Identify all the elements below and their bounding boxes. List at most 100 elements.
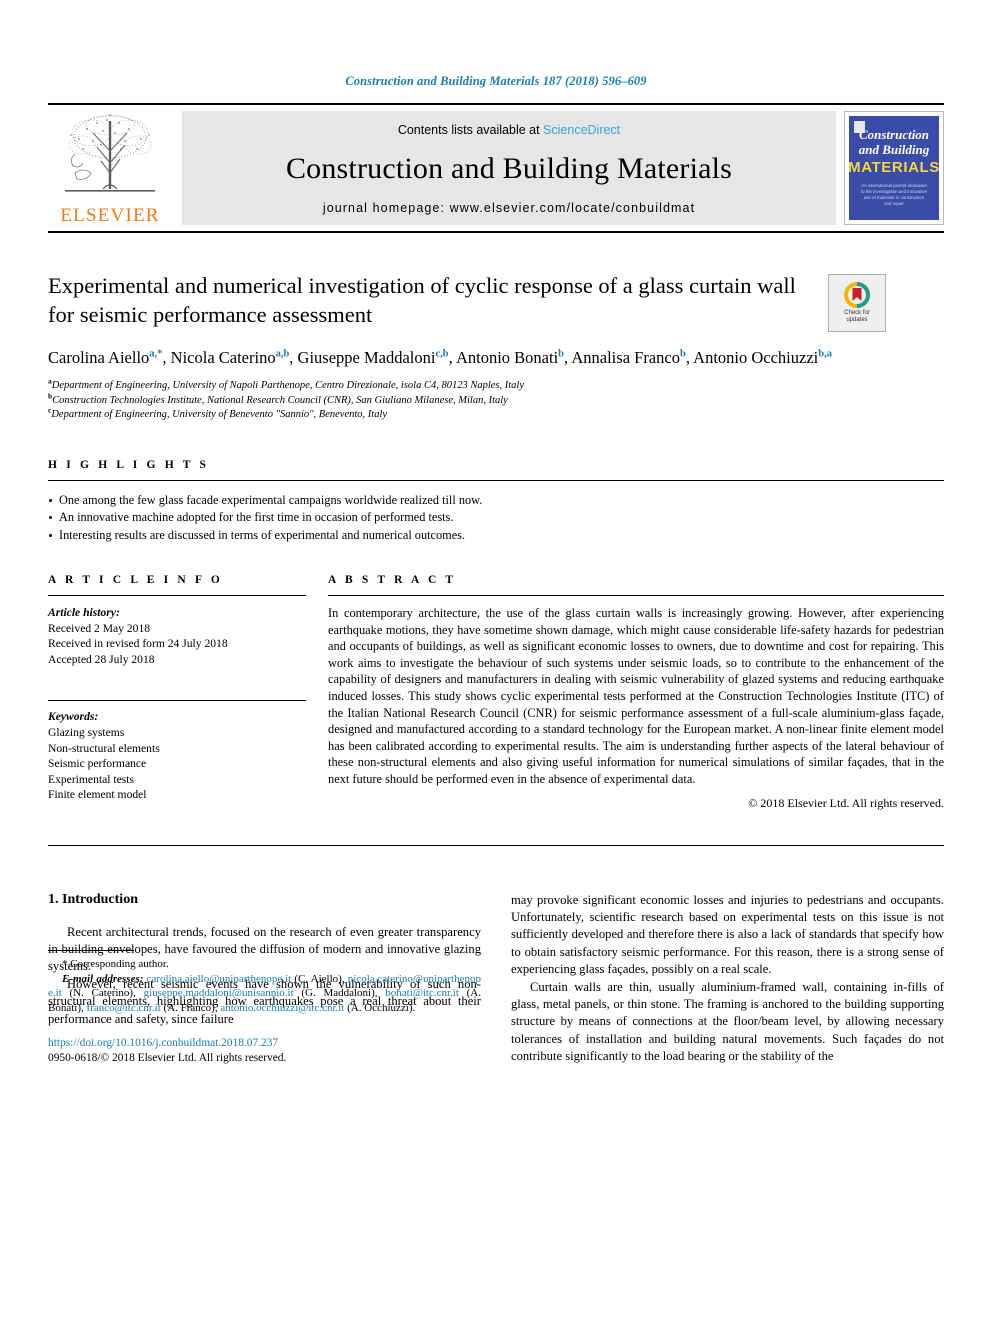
elsevier-logo: ELSEVIER xyxy=(48,105,172,231)
affiliation-item: aDepartment of Engineering, University o… xyxy=(48,377,944,394)
crossmark-icon xyxy=(844,282,870,308)
footnote-block: * Corresponding author. E-mail addresses… xyxy=(48,950,481,1065)
author-entry: Nicola Caterinoa,b, xyxy=(171,348,298,367)
email-link[interactable]: giuseppe.maddaloni@unisannio.it xyxy=(144,987,294,999)
author-entry: Antonio Occhiuzzib,a xyxy=(693,348,832,367)
list-item: One among the few glass facade experimen… xyxy=(48,492,944,510)
author-entry: Carolina Aielloa,*, xyxy=(48,348,171,367)
sciencedirect-link[interactable]: ScienceDirect xyxy=(543,123,620,137)
email-link[interactable]: franco@itc.cnr.it xyxy=(87,1002,161,1014)
footnote-rule xyxy=(48,950,134,952)
email-owner: (G. Maddaloni), xyxy=(293,987,386,1000)
crossmark-badge[interactable]: Check for updates xyxy=(828,274,886,332)
email-link[interactable]: carolina.aiello@uniparthenope.it xyxy=(147,973,292,985)
author-separator: , xyxy=(162,348,171,367)
author-list: Carolina Aielloa,*, Nicola Caterinoa,b, … xyxy=(48,346,928,369)
abstract-section: A B S T R A C T In contemporary architec… xyxy=(328,574,944,811)
article-info-divider xyxy=(48,595,306,596)
journal-cover-thumbnail: Construction and Building MATERIALS An i… xyxy=(844,111,944,225)
footnote-text: * Corresponding author. E-mail addresses… xyxy=(48,957,481,1015)
author-name: Carolina Aiello xyxy=(48,348,150,367)
paragraph: Curtain walls are thin, usually aluminiu… xyxy=(511,979,944,1064)
paragraph: may provoke significant economic losses … xyxy=(511,892,944,977)
journal-title: Construction and Building Materials xyxy=(285,152,733,185)
author-entry: Giuseppe Maddalonic,b, xyxy=(298,348,456,367)
author-affiliation-marker[interactable]: c,b xyxy=(435,349,448,360)
history-item: Accepted 28 July 2018 xyxy=(48,652,155,666)
email-link[interactable]: bonati@itc.cnr.it xyxy=(385,987,459,999)
body-column-left: 1. Introduction Recent architectural tre… xyxy=(48,892,481,1066)
keyword-item: Glazing systems xyxy=(48,725,125,739)
list-item: An innovative machine adopted for the fi… xyxy=(48,509,944,527)
email-owner: (A. Occhiuzzi). xyxy=(344,1002,416,1014)
cover-elsevier-mark-icon xyxy=(854,121,865,133)
email-owner: (N. Caterino), xyxy=(61,987,144,1000)
author-entry: Annalisa Francob, xyxy=(571,348,693,367)
keywords-heading: Keywords: xyxy=(48,710,99,724)
list-item: Interesting results are discussed in ter… xyxy=(48,527,944,545)
author-name: Annalisa Franco xyxy=(571,348,680,367)
email-label: E-mail addresses: xyxy=(62,972,144,985)
body-column-right: may provoke significant economic losses … xyxy=(511,892,944,1066)
abstract-divider xyxy=(328,595,944,596)
keywords-block: Keywords: Glazing systems Non-structural… xyxy=(48,709,306,803)
author-name: Nicola Caterino xyxy=(170,348,276,367)
author-entry: Antonio Bonatib, xyxy=(456,348,571,367)
highlights-section: H I G H L I G H T S One among the few gl… xyxy=(48,459,944,545)
journal-cover-art: Construction and Building MATERIALS An i… xyxy=(848,116,939,220)
email-addresses-line: E-mail addresses: carolina.aiello@unipar… xyxy=(48,972,481,1016)
contents-list-line: Contents lists available at ScienceDirec… xyxy=(398,123,620,137)
cover-subtitle-text: An international journal dedicated to th… xyxy=(860,183,928,206)
highlights-divider xyxy=(48,479,944,481)
keyword-item: Experimental tests xyxy=(48,772,134,786)
article-info-heading: A R T I C L E I N F O xyxy=(48,574,223,586)
affiliation-text: Department of Engineering, University of… xyxy=(51,380,525,391)
doi-link[interactable]: https://doi.org/10.1016/j.conbuildmat.20… xyxy=(48,1036,481,1051)
info-abstract-row: A R T I C L E I N F O Article history: R… xyxy=(48,574,944,811)
crossmark-label-line1: Check for xyxy=(844,310,870,316)
email-owner: (A. Franco), xyxy=(160,1002,221,1014)
author-name: Antonio Bonati xyxy=(455,348,559,367)
abstract-copyright: © 2018 Elsevier Ltd. All rights reserved… xyxy=(748,795,944,810)
author-separator: , xyxy=(448,348,456,367)
highlights-list: One among the few glass facade experimen… xyxy=(48,492,944,545)
journal-masthead: ELSEVIER Contents lists available at Sci… xyxy=(48,103,944,233)
article-info-section: A R T I C L E I N F O Article history: R… xyxy=(48,574,306,811)
author-affiliation-marker[interactable]: a,* xyxy=(149,349,162,360)
crossmark-label-line2: updates xyxy=(846,317,868,323)
running-head: Construction and Building Materials 187 … xyxy=(345,74,647,88)
abstract-heading: A B S T R A C T xyxy=(328,574,457,586)
title-block: Experimental and numerical investigation… xyxy=(48,271,944,332)
history-item: Received 2 May 2018 xyxy=(48,621,151,635)
author-affiliation-marker[interactable]: a,b xyxy=(276,349,290,360)
article-history-heading: Article history: xyxy=(48,606,120,619)
affiliation-item: cDepartment of Engineering, University o… xyxy=(48,406,944,423)
contents-prefix-text: Contents lists available at xyxy=(397,123,544,137)
author-name: Giuseppe Maddaloni xyxy=(297,348,436,367)
keyword-item: Seismic performance xyxy=(48,757,147,771)
page-title: Experimental and numerical investigation… xyxy=(48,273,796,327)
cover-title-line-2: and Building xyxy=(858,142,930,157)
issn-copyright-line: 0950-0618/© 2018 Elsevier Ltd. All right… xyxy=(48,1051,287,1064)
crossmark-label: Check for updates xyxy=(844,310,870,324)
keyword-item: Non-structural elements xyxy=(48,741,160,755)
masthead-center-panel: Contents lists available at ScienceDirec… xyxy=(182,111,836,225)
affiliation-item: bConstruction Technologies Institute, Na… xyxy=(48,392,944,409)
email-owner: (C. Aiello), xyxy=(291,972,348,985)
email-link[interactable]: antonio.occhiuzzi@itc.cnr.it xyxy=(220,1002,344,1014)
author-name: Antonio Occhiuzzi xyxy=(693,348,819,367)
history-item: Received in revised form 24 July 2018 xyxy=(48,637,228,651)
affiliation-text: Department of Engineering, University of… xyxy=(51,409,388,420)
affiliation-text: Construction Technologies Institute, Nat… xyxy=(52,394,508,406)
highlights-heading: H I G H L I G H T S xyxy=(48,458,210,471)
author-affiliation-marker[interactable]: b,a xyxy=(818,349,832,360)
cover-title-line-1: Construction xyxy=(858,127,930,142)
author-separator: , xyxy=(289,348,298,367)
keywords-divider xyxy=(48,700,306,702)
journal-homepage-url[interactable]: journal homepage: www.elsevier.com/locat… xyxy=(323,201,695,215)
keyword-item: Finite element model xyxy=(48,788,147,802)
doi-block: https://doi.org/10.1016/j.conbuildmat.20… xyxy=(48,1036,481,1066)
corresponding-author-note: * Corresponding author. xyxy=(62,958,169,971)
affiliation-list: aDepartment of Engineering, University o… xyxy=(48,377,944,423)
section-divider xyxy=(48,844,944,846)
